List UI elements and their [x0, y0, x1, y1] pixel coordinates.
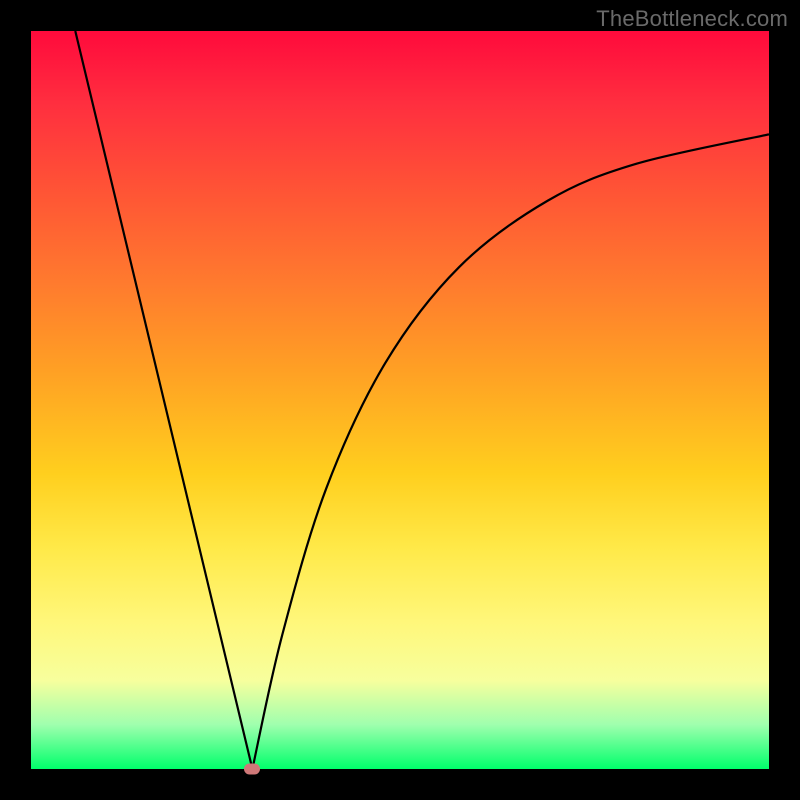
watermark-text: TheBottleneck.com — [596, 6, 788, 32]
optimum-marker — [244, 764, 260, 775]
curve-path — [75, 31, 769, 769]
chart-frame: TheBottleneck.com — [0, 0, 800, 800]
plot-area — [31, 31, 769, 769]
bottleneck-curve — [31, 31, 769, 769]
